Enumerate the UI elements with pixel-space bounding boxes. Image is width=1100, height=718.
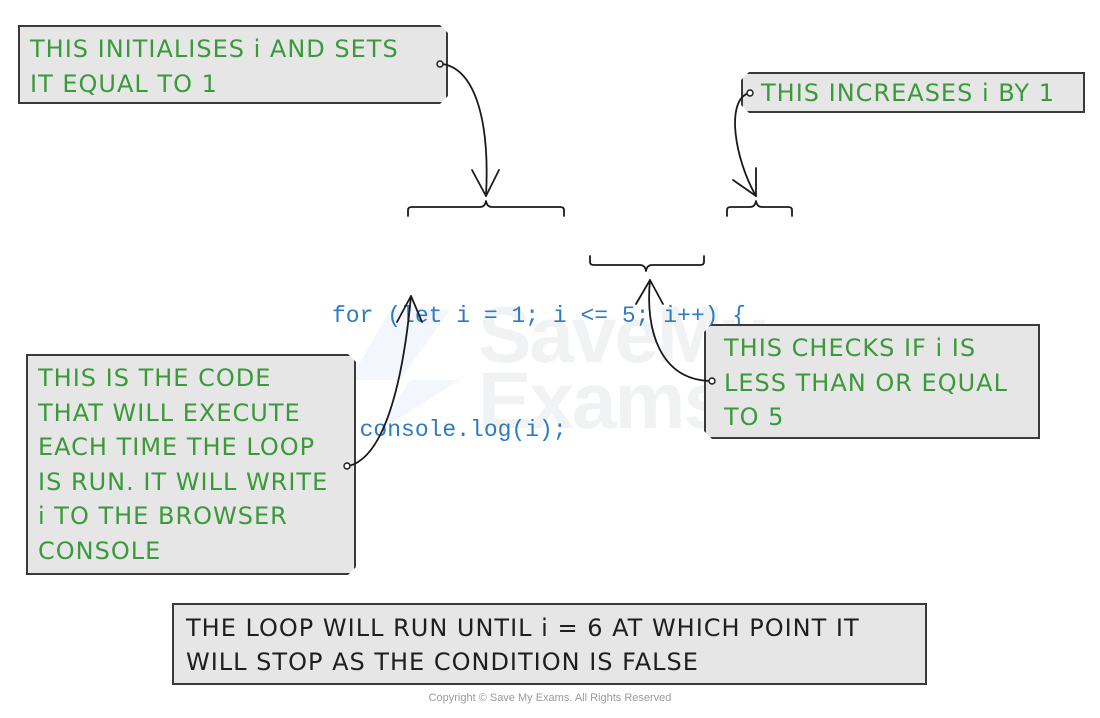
arrow-initialise [442,63,488,197]
arrow-loop-body [348,295,412,467]
connector-dot-condition [708,377,716,385]
arrow-increment [734,92,757,197]
brace-condition [589,255,705,272]
connector-dot-increment [746,89,754,97]
brace-initialise [407,200,565,217]
annotation-overlay [343,60,793,470]
brace-increment [726,200,793,217]
connector-dot-initialise [436,60,444,68]
connector-dot-loop-body [343,462,351,470]
